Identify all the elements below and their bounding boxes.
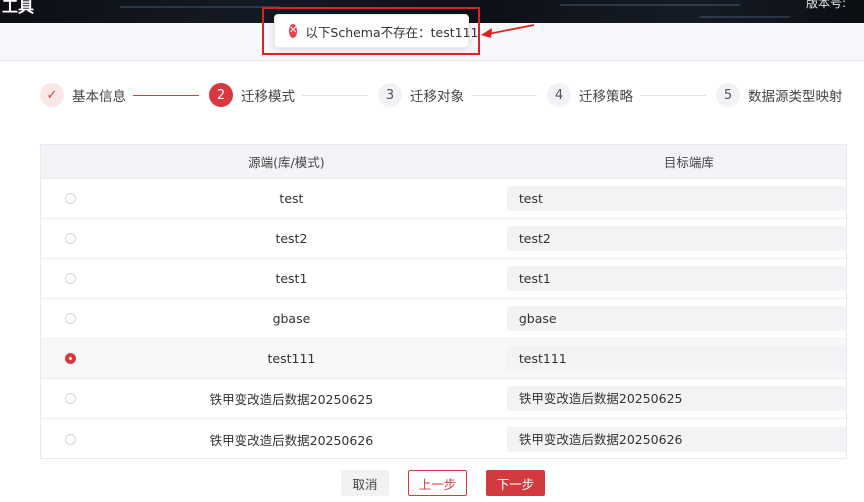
app-title: 工具 (2, 0, 35, 16)
row-radio[interactable] (65, 193, 76, 204)
next-step-button[interactable]: 下一步 (486, 470, 545, 496)
table-row[interactable]: test1 test1 (41, 259, 846, 299)
table-row[interactable]: gbase gbase (41, 299, 846, 339)
version-label: 版本号: (805, 0, 846, 10)
step-label: 数据源类型映射 (748, 89, 843, 105)
check-icon: ✓ (40, 83, 64, 107)
column-header-source: 源端(库/模式) (248, 155, 325, 170)
source-schema: test111 (267, 351, 316, 366)
table-row-selected[interactable]: test111 test111 (41, 339, 846, 379)
source-schema: 铁甲变改造后数据20250625 (209, 392, 374, 407)
step-label: 迁移模式 (241, 89, 295, 105)
source-schema: 铁甲变改造后数据20250626 (209, 432, 374, 448)
row-radio-checked[interactable] (65, 353, 76, 364)
step-number: 4 (547, 83, 571, 107)
step-migration-mode[interactable]: 2 迁移模式 (209, 83, 295, 107)
target-db-field[interactable]: gbase (506, 306, 846, 331)
step-label: 迁移策略 (579, 89, 633, 105)
table-header: 源端(库/模式) 目标端库 (41, 145, 846, 179)
column-header-target: 目标端库 (663, 155, 714, 170)
target-db-field[interactable]: test2 (506, 226, 846, 251)
step-migration-objects[interactable]: 3 迁移对象 (378, 83, 464, 107)
row-radio[interactable] (65, 273, 76, 284)
table-row[interactable]: test2 test2 (41, 219, 846, 259)
step-connector (133, 95, 199, 96)
schema-mapping-table: 源端(库/模式) 目标端库 test test test2 test2 test… (40, 144, 847, 459)
target-db-field[interactable]: 铁甲变改造后数据20250625 (506, 386, 846, 411)
step-connector (640, 95, 706, 96)
step-number: 2 (209, 83, 233, 107)
row-radio[interactable] (65, 233, 76, 244)
target-db-field[interactable]: test111 (506, 346, 846, 371)
step-number: 3 (378, 83, 402, 107)
source-schema: test1 (275, 271, 308, 286)
highlight-box (262, 7, 480, 55)
source-schema: test2 (275, 231, 308, 246)
table-row[interactable]: test test (41, 179, 846, 219)
step-type-mapping[interactable]: 5 数据源类型映射 (716, 83, 843, 107)
annotation-arrow-icon (481, 24, 535, 38)
step-bar: ✓ 基本信息 2 迁移模式 3 迁移对象 4 迁移策略 5 数据源类型映射 (40, 83, 860, 109)
step-number: 5 (716, 83, 740, 107)
step-migration-strategy[interactable]: 4 迁移策略 (547, 83, 633, 107)
table-row[interactable]: 铁甲变改造后数据20250625 铁甲变改造后数据20250625 (41, 379, 846, 419)
table-row[interactable]: 铁甲变改造后数据20250626 铁甲变改造后数据20250626 (41, 419, 846, 459)
source-schema: test (279, 191, 304, 206)
target-db-field[interactable]: test1 (506, 266, 846, 291)
cancel-button[interactable]: 取消 (341, 470, 389, 496)
target-db-field[interactable]: test (506, 186, 846, 211)
step-connector (471, 95, 537, 96)
previous-step-button[interactable]: 上一步 (408, 470, 467, 496)
row-radio[interactable] (65, 393, 76, 404)
row-radio[interactable] (65, 313, 76, 324)
step-label: 迁移对象 (410, 89, 464, 105)
step-basic-info[interactable]: ✓ 基本信息 (40, 83, 126, 107)
row-radio[interactable] (65, 433, 76, 445)
step-label: 基本信息 (72, 89, 126, 105)
step-connector (302, 95, 368, 96)
target-db-field[interactable]: 铁甲变改造后数据20250626 (506, 426, 846, 452)
source-schema: gbase (272, 311, 311, 326)
